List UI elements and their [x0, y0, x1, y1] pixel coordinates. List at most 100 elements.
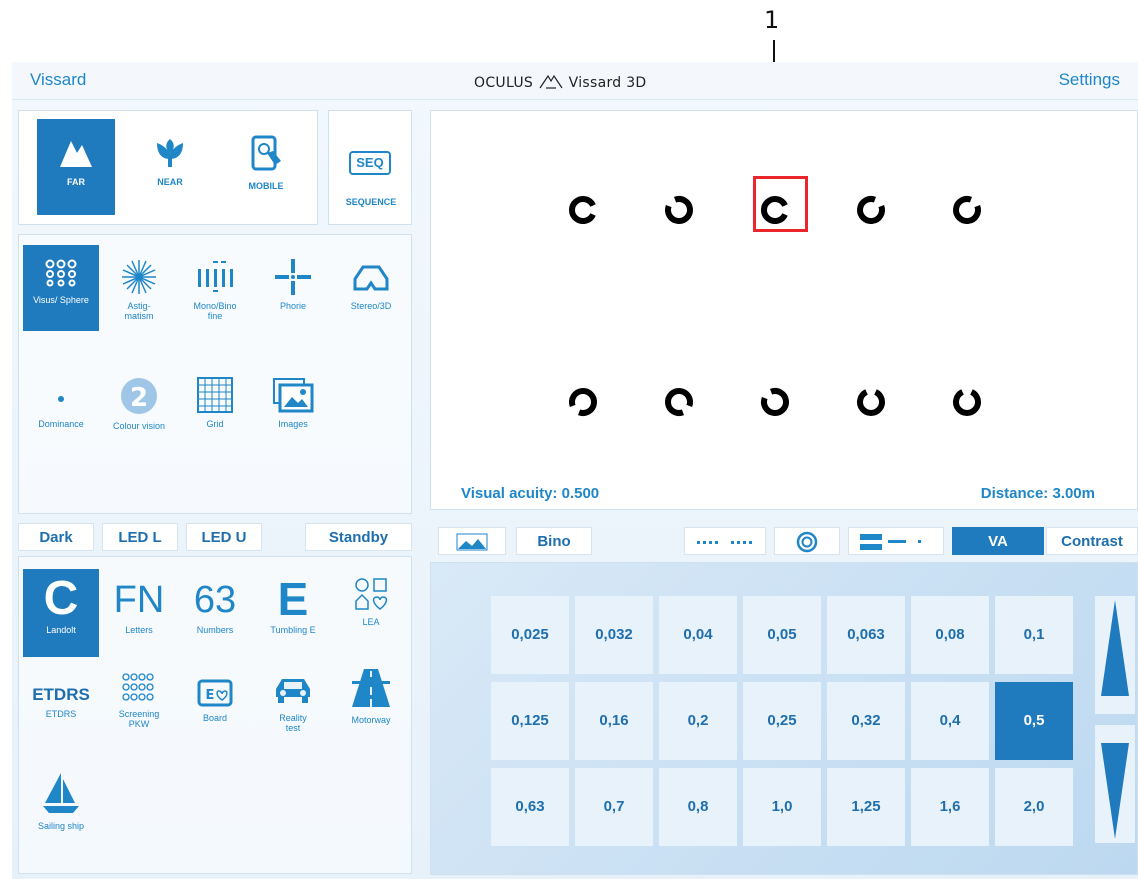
- tablet-touch-icon: [251, 135, 281, 171]
- led-l-button[interactable]: LED L: [102, 523, 178, 551]
- arrow-down-icon: [1101, 743, 1129, 839]
- mountain-icon: [60, 141, 92, 167]
- landolt-ring: [857, 196, 885, 224]
- va-value-button[interactable]: 0,63: [491, 768, 569, 846]
- optotype-motorway-button[interactable]: Motorway: [333, 661, 409, 747]
- optotype-numbers-button[interactable]: 63 Numbers: [177, 569, 253, 655]
- test-label: Mono/Bino fine: [193, 301, 237, 321]
- va-value-button[interactable]: 0,125: [491, 682, 569, 760]
- optotype-label: Numbers: [196, 625, 234, 635]
- va-value-button[interactable]: 0,025: [491, 596, 569, 674]
- va-value-button[interactable]: 0,032: [575, 596, 653, 674]
- landolt-ring: [953, 196, 981, 224]
- contrast-tab[interactable]: Contrast: [1046, 527, 1138, 555]
- letters-glyph: FN: [113, 579, 165, 621]
- vissard-nav-button[interactable]: Vissard: [30, 70, 86, 90]
- va-value-button[interactable]: 0,8: [659, 768, 737, 846]
- optotype-label: Motorway: [351, 715, 391, 725]
- oculus-logo-icon: [539, 74, 563, 89]
- va-value-button[interactable]: 0,05: [743, 596, 821, 674]
- optotype-letters-button[interactable]: FN Letters: [101, 569, 177, 655]
- va-value-button[interactable]: 0,1: [995, 596, 1073, 674]
- landolt-ring: [857, 389, 885, 416]
- va-value-button[interactable]: 0,32: [827, 682, 905, 760]
- dot-icon: [58, 396, 64, 402]
- led-u-button[interactable]: LED U: [186, 523, 262, 551]
- landolt-ring: [569, 388, 597, 416]
- optotype-label: LEA: [362, 617, 380, 627]
- landolt-ring: [761, 388, 789, 416]
- landolt-rings: [569, 196, 981, 416]
- line-sizes-icon: [860, 534, 921, 551]
- target-button[interactable]: [774, 527, 840, 555]
- va-value-button[interactable]: 0,16: [575, 682, 653, 760]
- optotype-label: Sailing ship: [37, 821, 85, 831]
- landolt-ring: [665, 388, 693, 416]
- settings-button[interactable]: Settings: [1059, 70, 1120, 90]
- test-colour-vision-button[interactable]: 2 Colour vision: [101, 363, 177, 449]
- optotype-lea-button[interactable]: LEA: [333, 569, 409, 655]
- test-label: Stereo/3D: [350, 301, 392, 311]
- va-value-button[interactable]: 1,25: [827, 768, 905, 846]
- test-label: Colour vision: [112, 421, 166, 431]
- decrease-va-button[interactable]: [1095, 725, 1135, 843]
- va-value-button[interactable]: 2,0: [995, 768, 1073, 846]
- sequence-button[interactable]: SEQ SEQUENCE: [328, 110, 412, 225]
- va-value-button[interactable]: 0,08: [911, 596, 989, 674]
- va-value-button[interactable]: 0,5: [995, 682, 1073, 760]
- va-value-button[interactable]: 0,04: [659, 596, 737, 674]
- va-value-button[interactable]: 1,0: [743, 768, 821, 846]
- callout-number: 1: [764, 6, 780, 34]
- va-value-button[interactable]: 0,4: [911, 682, 989, 760]
- dots-pattern-button[interactable]: [684, 527, 766, 555]
- image-mode-button[interactable]: [438, 527, 506, 555]
- increase-va-button[interactable]: [1095, 596, 1135, 714]
- test-images-button[interactable]: Images: [255, 363, 331, 449]
- optotype-reality-test-button[interactable]: Reality test: [255, 661, 331, 747]
- svg-text:2: 2: [130, 383, 148, 413]
- optotype-tumbling-e-button[interactable]: E Tumbling E: [255, 569, 331, 655]
- test-visus-sphere-button[interactable]: Visus/ Sphere: [23, 245, 99, 331]
- test-phorie-button[interactable]: Phorie: [255, 245, 331, 331]
- va-value-button[interactable]: 0,7: [575, 768, 653, 846]
- va-value-button[interactable]: 0,2: [659, 682, 737, 760]
- va-value-button[interactable]: 0,25: [743, 682, 821, 760]
- optotype-sailing-ship-button[interactable]: Sailing ship: [23, 753, 99, 863]
- landolt-ring: [569, 196, 596, 224]
- optotype-label: Landolt: [46, 625, 76, 635]
- mode-far-button[interactable]: FAR: [37, 119, 115, 215]
- app-title: OCULUS Vissard 3D: [474, 72, 647, 91]
- test-stereo-3d-button[interactable]: Stereo/3D: [333, 245, 409, 331]
- optotype-landolt-button[interactable]: C Landolt: [23, 569, 99, 657]
- landolt-c-glyph: C: [43, 572, 79, 625]
- distance-readout: Distance: 3.00m: [980, 485, 1095, 502]
- grid-icon: [197, 377, 233, 413]
- va-value-button[interactable]: 0,063: [827, 596, 905, 674]
- optotype-screening-pkw-button[interactable]: Screening PKW: [101, 661, 177, 747]
- car-icon: [276, 679, 310, 703]
- sequence-label: SEQUENCE: [345, 197, 397, 207]
- test-astigmatism-button[interactable]: Astig- matism: [101, 245, 177, 331]
- dark-button[interactable]: Dark: [18, 523, 94, 551]
- test-grid-button[interactable]: Grid: [177, 363, 253, 449]
- test-mono-bino-button[interactable]: Mono/Bino fine: [177, 245, 253, 331]
- seq-badge: SEQ: [349, 151, 391, 175]
- line-size-button[interactable]: [848, 527, 944, 555]
- va-tab[interactable]: VA: [952, 527, 1044, 555]
- va-value-button[interactable]: 1,6: [911, 768, 989, 846]
- bino-button[interactable]: Bino: [516, 527, 592, 555]
- test-panel: Visus/ Sphere Astig- matism Mono/Bino fi…: [18, 234, 412, 514]
- mode-near-button[interactable]: NEAR: [131, 119, 209, 215]
- visual-acuity-readout: Visual acuity: 0.500: [461, 485, 600, 502]
- test-label: Phorie: [279, 301, 306, 311]
- optotype-board-button[interactable]: E Board: [177, 661, 253, 747]
- landscape-icon: [456, 533, 488, 551]
- mode-mobile-button[interactable]: MOBILE: [227, 119, 305, 215]
- landolt-ring: [953, 389, 981, 416]
- optotype-etdrs-button[interactable]: ETDRS ETDRS: [23, 661, 99, 747]
- dots-pattern-icon: [697, 541, 752, 545]
- svg-text:E: E: [206, 688, 215, 703]
- optotype-panel: C Landolt FN Letters 63 Numbers E Tumbli…: [18, 556, 412, 874]
- standby-button[interactable]: Standby: [305, 523, 412, 551]
- test-dominance-button[interactable]: Dominance: [23, 363, 99, 449]
